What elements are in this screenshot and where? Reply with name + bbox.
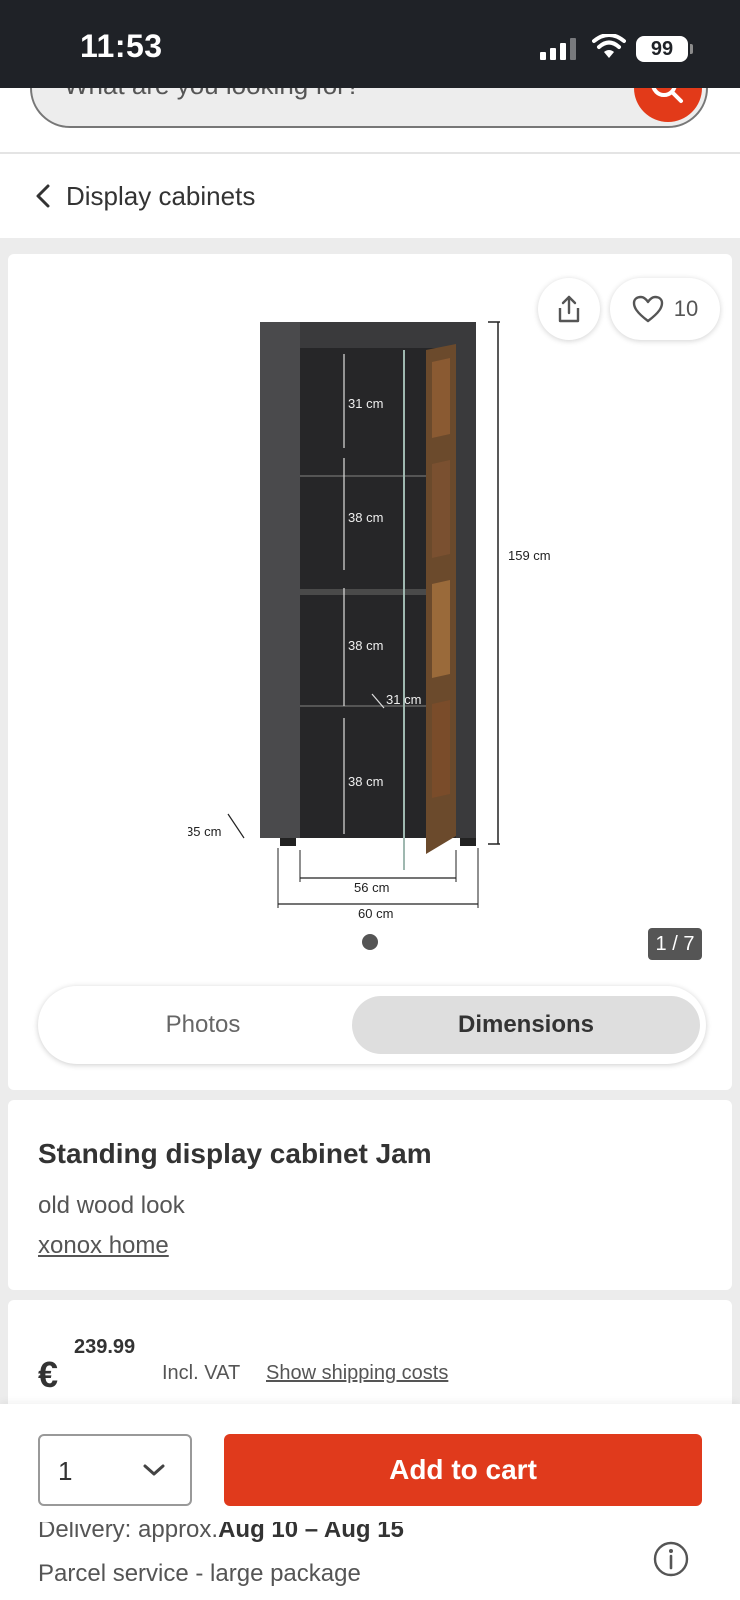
dim-label-1: 31 cm: [348, 396, 383, 411]
breadcrumb-label: Display cabinets: [66, 180, 256, 211]
add-to-cart-button[interactable]: Add to cart: [224, 1434, 702, 1506]
tab-photos[interactable]: Photos: [48, 996, 358, 1054]
dim-label-8: 56 cm: [354, 880, 389, 895]
search-placeholder: What are you looking for?: [64, 88, 360, 101]
chevron-left-icon: [36, 184, 50, 208]
dim-label-5: 38 cm: [348, 774, 383, 789]
dim-label-2: 38 cm: [348, 510, 383, 525]
search-input[interactable]: What are you looking for?: [30, 88, 708, 128]
image-pager: 1 / 7: [648, 928, 702, 960]
shipping-method: Parcel service - large package: [38, 1560, 361, 1587]
brand-link[interactable]: xonox home: [38, 1232, 169, 1260]
currency-symbol: €: [38, 1354, 59, 1395]
dim-label-6: 159 cm: [508, 548, 551, 563]
favorite-button[interactable]: 10: [610, 278, 720, 340]
tab-dimensions[interactable]: Dimensions: [352, 996, 700, 1054]
battery-tip: [690, 44, 693, 54]
delivery-estimate: Delivery: approx.Aug 10 – Aug 15: [38, 1522, 404, 1544]
dim-label-9: 60 cm: [358, 906, 393, 921]
cart-bar: 1 Add to cart Delivery: approx.Aug 10 – …: [0, 1404, 740, 1600]
delivery-dates: Aug 10 – Aug 15: [218, 1522, 404, 1543]
shipping-costs-link[interactable]: Show shipping costs: [266, 1362, 448, 1385]
quantity-select[interactable]: 1: [38, 1434, 192, 1506]
delivery-prefix: Delivery: approx.: [38, 1522, 219, 1543]
battery-indicator: 99: [636, 36, 688, 62]
status-bar: 11:53 99: [0, 0, 740, 88]
price-amount: 239.99: [74, 1336, 136, 1358]
chevron-down-icon: [143, 1464, 165, 1476]
product-image[interactable]: 31 cm 38 cm 38 cm 31 cm 38 cm 159 cm 35 …: [188, 314, 588, 934]
search-icon: [651, 88, 683, 103]
product-title: Standing display cabinet Jam: [38, 1138, 432, 1169]
price-section: € 239.99 Incl. VAT Show shipping costs: [8, 1300, 732, 1410]
clock: 11:53: [80, 28, 163, 64]
carousel-dot[interactable]: [362, 934, 378, 950]
quantity-value: 1: [58, 1456, 73, 1486]
dim-label-3: 38 cm: [348, 638, 383, 653]
wifi-icon: [592, 34, 626, 58]
search-button[interactable]: [634, 88, 702, 122]
search-bar: What are you looking for?: [0, 88, 740, 152]
dim-label-7: 35 cm: [188, 824, 221, 839]
heart-icon: [632, 295, 663, 323]
product-gallery: 10 31 cm 38 cm 38 cm 31 cm 38 cm 159 cm …: [8, 254, 732, 1090]
product-subtitle: old wood look: [38, 1192, 185, 1219]
cell-signal-icon: [540, 36, 576, 60]
vat-note: Incl. VAT: [162, 1362, 241, 1384]
gallery-tabs: Photos Dimensions: [38, 986, 706, 1064]
breadcrumb[interactable]: Display cabinets: [0, 154, 740, 238]
info-icon[interactable]: [652, 1540, 690, 1578]
dim-label-4: 31 cm: [386, 692, 421, 707]
favorite-count: 10: [673, 296, 699, 321]
product-info: Standing display cabinet Jam old wood lo…: [8, 1100, 732, 1290]
